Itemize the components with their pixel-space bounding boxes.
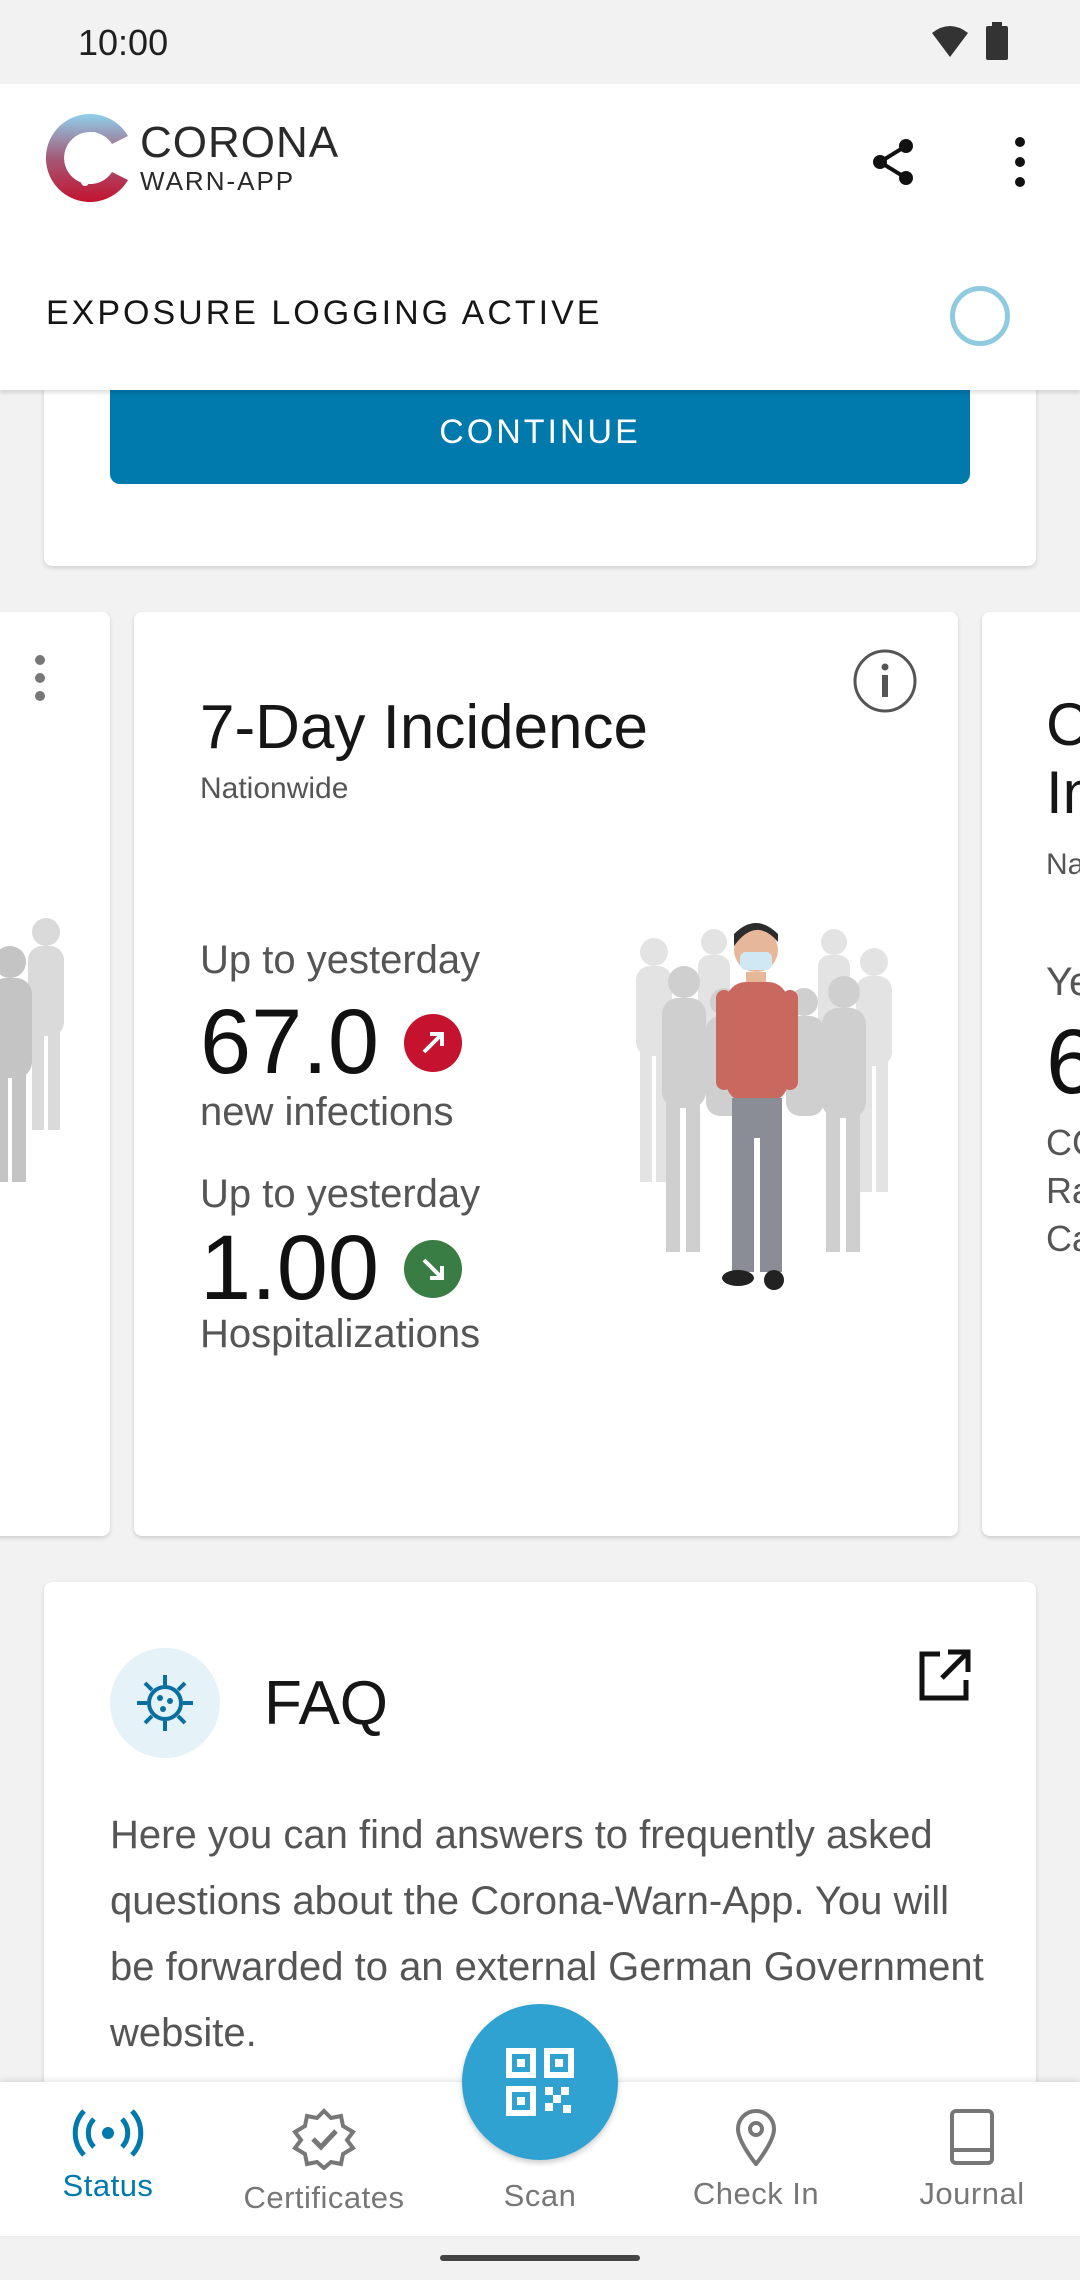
peek-desc: CC <box>1046 1122 1080 1163</box>
card-title: 7-Day Incidence <box>200 693 649 762</box>
corona-logo-icon <box>45 114 128 203</box>
gesture-handle[interactable] <box>440 2255 640 2261</box>
scan-button[interactable] <box>462 2004 618 2160</box>
card-subtitle: Nationwide <box>200 772 349 805</box>
stat-card-previous[interactable] <box>0 612 110 1536</box>
stat-label: Up to yesterday <box>200 1172 481 1216</box>
stat-value: 1.00 <box>200 1217 380 1319</box>
peek-value: 6 <box>1046 1011 1080 1113</box>
status-icons <box>930 22 1008 60</box>
faq-icon-bg <box>110 1648 220 1758</box>
battery-icon <box>986 22 1008 60</box>
virus-icon <box>137 1675 193 1731</box>
nav-status[interactable]: Status <box>0 2082 216 2236</box>
incidence-card[interactable]: 7-Day Incidence Nationwide Up to yesterd… <box>134 612 958 1536</box>
nav-certificates[interactable]: Certificates <box>216 2082 432 2236</box>
peek-subtitle: Na <box>1046 848 1080 881</box>
stat-card-next[interactable]: C In Na Ye 6 CC Ra Ca <box>982 612 1080 1536</box>
nav-check-in[interactable]: Check In <box>648 2082 864 2236</box>
status-time: 10:00 <box>78 22 169 63</box>
info-icon[interactable] <box>852 648 918 714</box>
nav-label: Certificates <box>243 2180 405 2215</box>
qr-code-icon <box>506 2048 574 2116</box>
stat-label: Up to yesterday <box>200 938 481 982</box>
nav-label: Journal <box>919 2176 1025 2211</box>
badge-check-icon <box>292 2108 356 2170</box>
nav-journal[interactable]: Journal <box>864 2082 1080 2236</box>
trend-down-icon <box>404 1240 462 1298</box>
nav-label: Scan <box>503 2178 577 2213</box>
external-link-icon[interactable] <box>914 1646 974 1706</box>
nav-label: Check In <box>692 2176 820 2211</box>
peek-title-line: In <box>1046 759 1080 826</box>
app-header: CORONA WARN-APP EXPOSURE LOGGING ACTIVE <box>0 84 1080 390</box>
more-options-icon[interactable] <box>30 652 50 704</box>
logo-subtitle: WARN-APP <box>140 166 296 196</box>
status-bar: 10:00 <box>0 0 1080 84</box>
continue-button[interactable]: CONTINUE <box>110 380 970 484</box>
logo-title: CORONA <box>140 118 340 167</box>
wifi-icon <box>932 26 968 57</box>
stat-description: new infections <box>200 1090 454 1134</box>
stat-value: 67.0 <box>200 991 380 1093</box>
exposure-status-label[interactable]: EXPOSURE LOGGING ACTIVE <box>46 294 602 333</box>
broadcast-icon <box>72 2109 144 2157</box>
location-pin-icon <box>735 2109 777 2166</box>
nav-label: Status <box>62 2168 154 2203</box>
faq-title: FAQ <box>264 1669 389 1738</box>
exposure-status-indicator <box>950 286 1010 346</box>
people-silhouette-icon <box>0 918 64 1182</box>
book-icon <box>950 2109 994 2165</box>
stat-description: Hospitalizations <box>200 1312 481 1356</box>
masked-person-illustration <box>636 923 892 1290</box>
trend-up-icon <box>404 1014 462 1072</box>
peek-desc: Ca <box>1046 1218 1080 1259</box>
more-options-icon[interactable] <box>1000 132 1040 192</box>
peek-title-line: C <box>1046 691 1080 758</box>
peek-desc: Ra <box>1046 1170 1080 1211</box>
peek-label: Ye <box>1046 960 1080 1004</box>
share-icon[interactable] <box>866 134 922 190</box>
